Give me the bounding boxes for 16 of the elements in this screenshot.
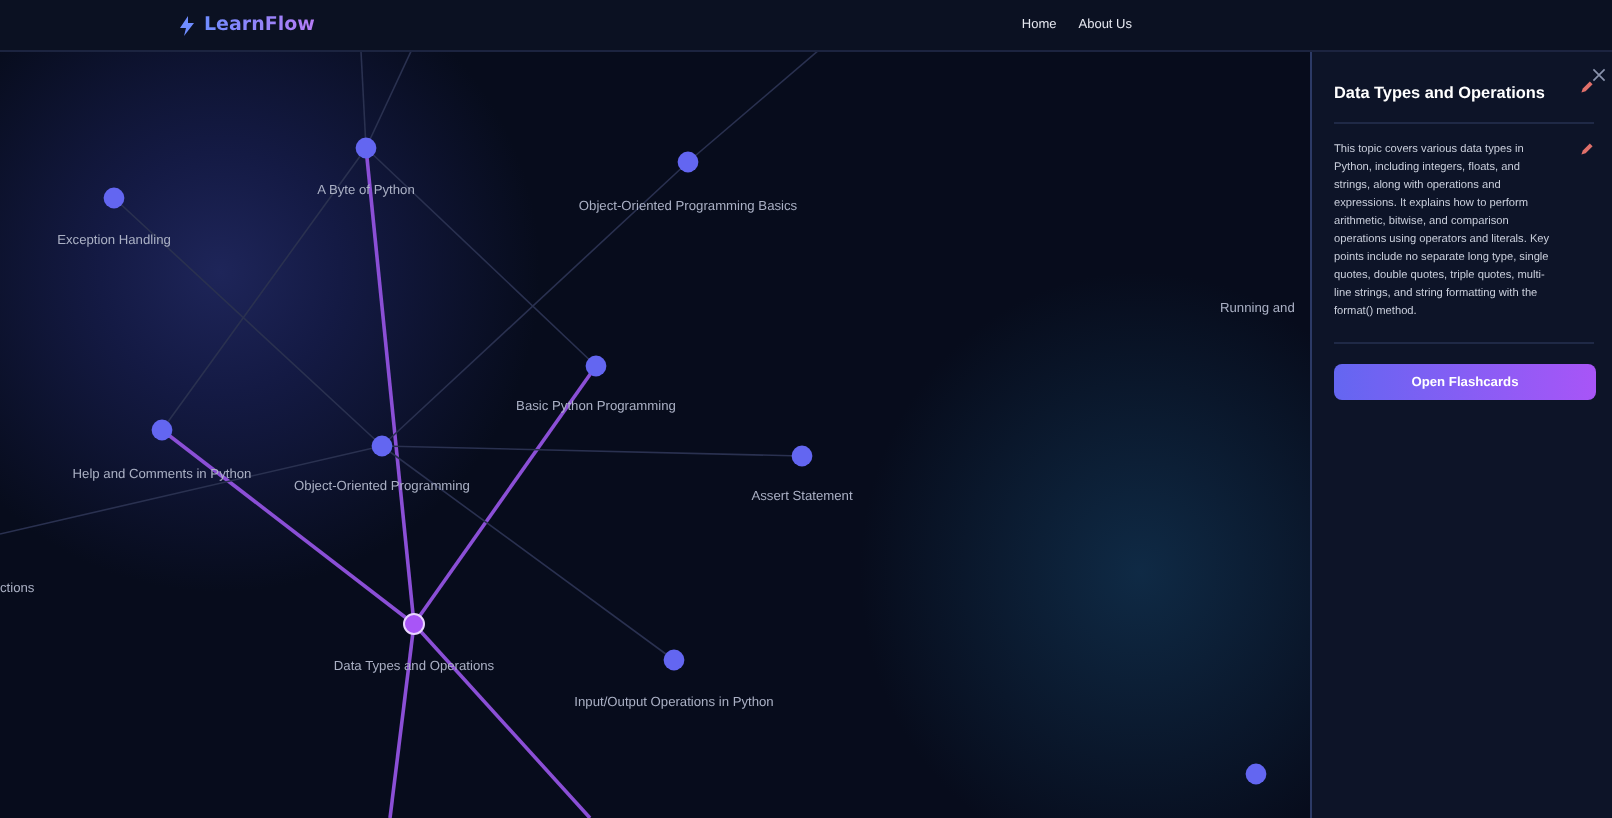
- graph-node[interactable]: [103, 187, 125, 209]
- graph-node[interactable]: [403, 613, 425, 635]
- pencil-icon[interactable]: [1580, 142, 1594, 156]
- close-icon[interactable]: [1592, 68, 1606, 82]
- graph-node[interactable]: [663, 649, 685, 671]
- pencil-icon[interactable]: [1580, 80, 1594, 94]
- graph-node[interactable]: [151, 419, 173, 441]
- graph-node[interactable]: [791, 445, 813, 467]
- graph-node[interactable]: [1245, 763, 1267, 785]
- app-logo[interactable]: LearnFlow: [204, 14, 315, 36]
- graph-node[interactable]: [677, 151, 699, 173]
- graph-node[interactable]: [371, 435, 393, 457]
- graph-node[interactable]: [355, 137, 377, 159]
- panel-title: Data Types and Operations: [1334, 84, 1545, 102]
- lightning-icon: [180, 15, 194, 35]
- graph-node[interactable]: [585, 355, 607, 377]
